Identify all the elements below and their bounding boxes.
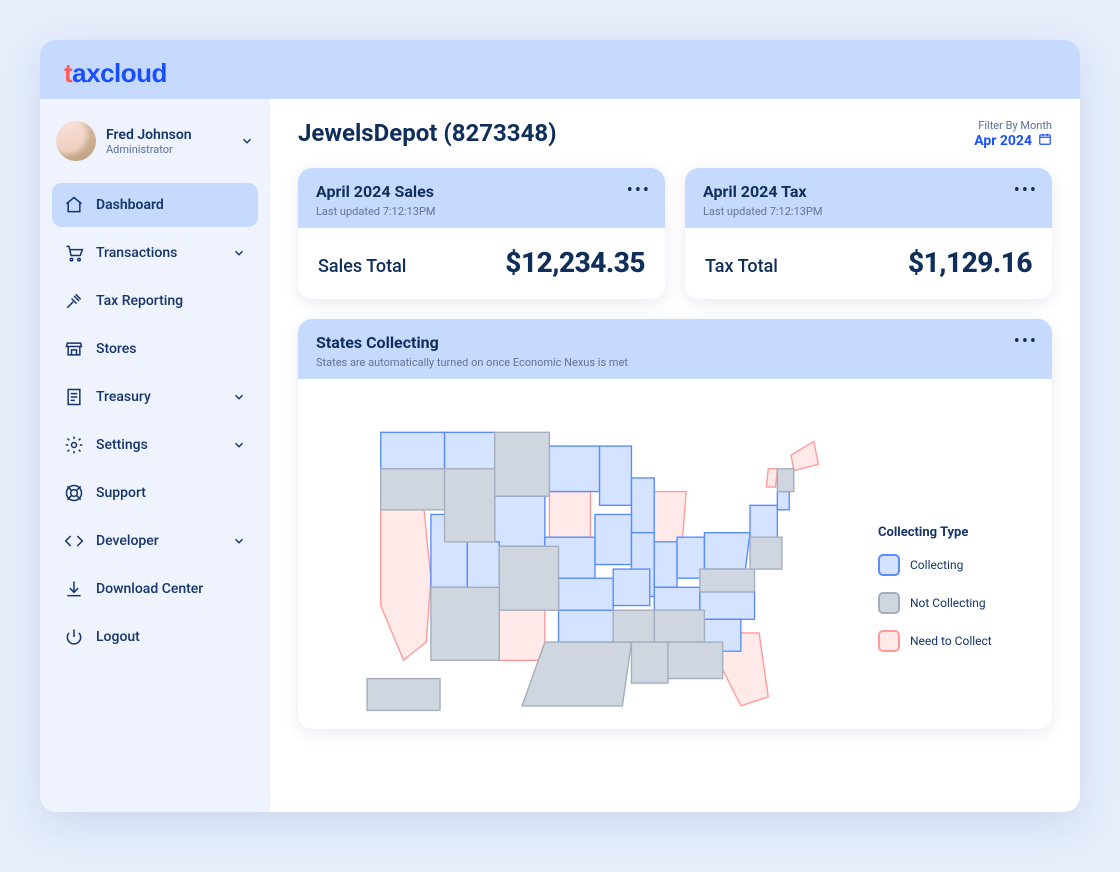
card-menu-button[interactable]: ••• [1014,180,1038,201]
nav-download-center[interactable]: Download Center [52,567,258,611]
user-name: Fred Johnson [106,127,192,143]
home-icon [64,195,84,215]
nav-tax-reporting[interactable]: Tax Reporting [52,279,258,323]
code-icon [64,531,84,551]
card-title: States Collecting [316,333,1034,352]
us-map[interactable] [322,405,868,719]
kpi-value: $12,234.35 [505,246,645,279]
tax-card: April 2024 Tax Last updated 7:12:13PM ••… [685,168,1052,299]
legend-swatch-collecting [878,554,900,576]
month-filter[interactable]: Apr 2024 [974,132,1052,150]
nav-label: Settings [96,437,148,453]
kpi-label: Tax Total [705,256,778,277]
nav-treasury[interactable]: Treasury [52,375,258,419]
nav-dashboard[interactable]: Dashboard [52,183,258,227]
nav-label: Tax Reporting [96,293,183,309]
chevron-down-icon [232,534,246,548]
card-updated: Last updated 7:12:13PM [703,205,1034,218]
card-title: April 2024 Sales [316,182,647,201]
top-bar: taxcloud [40,40,1080,99]
legend-need-to-collect: Need to Collect [878,630,1028,652]
main-content: JewelsDepot (8273348) Filter By Month Ap… [270,99,1080,812]
avatar [56,121,96,161]
page-title: JewelsDepot (8273348) [298,119,557,147]
gavel-icon [64,291,84,311]
nav-label: Dashboard [96,197,164,213]
user-menu[interactable]: Fred Johnson Administrator [52,115,258,179]
chevron-down-icon [240,134,254,148]
cart-icon [64,243,84,263]
filter-label: Filter By Month [974,119,1052,132]
sales-card: April 2024 Sales Last updated 7:12:13PM … [298,168,665,299]
card-menu-button[interactable]: ••• [1014,331,1038,352]
gear-icon [64,435,84,455]
nav-label: Download Center [96,581,203,597]
power-icon [64,627,84,647]
download-icon [64,579,84,599]
card-title: April 2024 Tax [703,182,1034,201]
legend-collecting: Collecting [878,554,1028,576]
receipt-icon [64,387,84,407]
nav-developer[interactable]: Developer [52,519,258,563]
filter-month-value: Apr 2024 [974,133,1032,149]
chevron-down-icon [232,246,246,260]
legend-not-collecting: Not Collecting [878,592,1028,614]
card-subtitle: States are automatically turned on once … [316,356,1034,369]
nav-label: Support [96,485,146,501]
kpi-label: Sales Total [318,256,406,277]
map-legend: Collecting Type Collecting Not Collectin… [878,525,1028,668]
legend-title: Collecting Type [878,525,1028,540]
card-menu-button[interactable]: ••• [627,180,651,201]
nav-label: Treasury [96,389,151,405]
chevron-down-icon [232,390,246,404]
nav-transactions[interactable]: Transactions [52,231,258,275]
nav-label: Logout [96,629,140,645]
legend-swatch-need-to-collect [878,630,900,652]
sidebar: Fred Johnson Administrator Dashboard [40,99,270,812]
nav-logout[interactable]: Logout [52,615,258,659]
calendar-icon [1038,132,1052,150]
chevron-down-icon [232,438,246,452]
nav-settings[interactable]: Settings [52,423,258,467]
user-role: Administrator [106,143,192,156]
nav: Dashboard Transactions Tax Reporting [52,183,258,659]
store-icon [64,339,84,359]
nav-label: Transactions [96,245,177,261]
nav-support[interactable]: Support [52,471,258,515]
nav-label: Developer [96,533,159,549]
lifebuoy-icon [64,483,84,503]
states-card: States Collecting States are automatical… [298,319,1052,729]
brand-logo: taxcloud [64,58,1056,89]
legend-swatch-not-collecting [878,592,900,614]
nav-label: Stores [96,341,136,357]
kpi-value: $1,129.16 [908,246,1032,279]
nav-stores[interactable]: Stores [52,327,258,371]
card-updated: Last updated 7:12:13PM [316,205,647,218]
